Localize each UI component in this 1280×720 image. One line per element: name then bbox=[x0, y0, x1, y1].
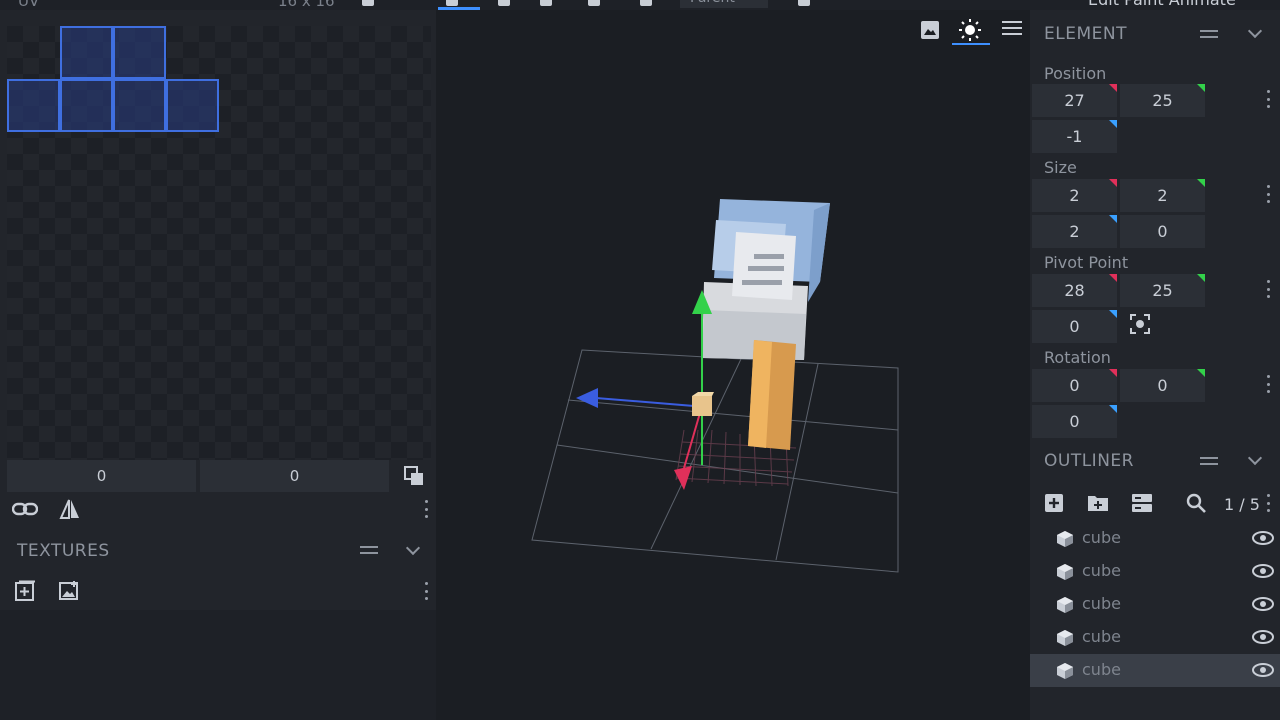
visibility-eye-icon[interactable] bbox=[1252, 597, 1274, 611]
pivot-x-field[interactable]: 28 bbox=[1032, 274, 1117, 307]
resize-tool-icon[interactable] bbox=[498, 0, 510, 6]
uv-face-west[interactable] bbox=[113, 79, 166, 132]
outliner-collapse-icon[interactable] bbox=[1247, 450, 1263, 466]
add-icon[interactable] bbox=[798, 0, 810, 6]
cube-icon bbox=[1057, 663, 1073, 679]
textures-header: TEXTURES bbox=[17, 541, 110, 561]
visibility-eye-icon[interactable] bbox=[1252, 630, 1274, 644]
outliner-drag-handle-icon[interactable] bbox=[1200, 457, 1218, 465]
position-x-field[interactable]: 27 bbox=[1032, 84, 1117, 117]
3d-viewport[interactable] bbox=[436, 10, 1030, 720]
size-label: Size bbox=[1044, 158, 1077, 177]
pivot-tool-icon[interactable] bbox=[588, 0, 600, 6]
rotation-y-field[interactable]: 0 bbox=[1120, 369, 1205, 402]
uv-more-icon[interactable] bbox=[424, 500, 428, 518]
blockbench-window: UV 16 x 16 Parent Edit Paint Animate 0 0 bbox=[0, 0, 1280, 720]
cube-icon bbox=[1057, 630, 1073, 646]
visibility-eye-icon[interactable] bbox=[1252, 564, 1274, 578]
uv-face-top[interactable] bbox=[60, 26, 113, 79]
move-tool-icon[interactable] bbox=[446, 0, 458, 6]
element-header: ELEMENT bbox=[1044, 24, 1127, 44]
mirror-icon[interactable] bbox=[56, 496, 84, 522]
size-z-field[interactable]: 2 bbox=[1032, 215, 1117, 248]
textures-more-icon[interactable] bbox=[424, 582, 428, 600]
uv-offset-y-field[interactable]: 0 bbox=[200, 460, 389, 492]
textures-list[interactable] bbox=[0, 610, 436, 720]
outliner-item[interactable]: cube bbox=[1030, 522, 1280, 555]
create-texture-icon[interactable] bbox=[56, 578, 82, 604]
rotation-x-field[interactable]: 0 bbox=[1032, 369, 1117, 402]
selected-cube bbox=[692, 396, 712, 416]
collapse-groups-icon[interactable] bbox=[1130, 491, 1154, 515]
uv-panel: 0 0 TEXTURES bbox=[0, 10, 436, 720]
center-pivot-icon[interactable] bbox=[1128, 312, 1152, 336]
vertex-tool-icon[interactable] bbox=[640, 0, 652, 6]
size-more-icon[interactable] bbox=[1266, 185, 1270, 203]
inflate-field[interactable]: 0 bbox=[1120, 215, 1205, 248]
outliner-counter: 1 / 5 bbox=[1224, 495, 1260, 514]
uv-face-south[interactable] bbox=[166, 79, 219, 132]
outliner-item[interactable]: cube bbox=[1030, 555, 1280, 588]
cube-icon bbox=[1057, 564, 1073, 580]
copy-icon[interactable] bbox=[400, 462, 428, 490]
textures-drag-handle-icon[interactable] bbox=[360, 546, 378, 554]
rotation-z-field[interactable]: 0 bbox=[1032, 405, 1117, 438]
visibility-eye-icon[interactable] bbox=[1252, 531, 1274, 545]
outliner-item[interactable]: cube bbox=[1030, 621, 1280, 654]
pivot-label: Pivot Point bbox=[1044, 253, 1129, 272]
element-panel: ELEMENT Position 27 25 -1 Size 2 2 2 0 P… bbox=[1030, 10, 1280, 720]
pivot-more-icon[interactable] bbox=[1266, 280, 1270, 298]
z-axis-arrow bbox=[576, 388, 598, 408]
rotation-more-icon[interactable] bbox=[1266, 375, 1270, 393]
outliner-item-selected[interactable]: cube bbox=[1030, 654, 1280, 687]
uv-face-north[interactable] bbox=[60, 79, 113, 132]
tool-icon[interactable] bbox=[362, 0, 374, 6]
scene-render bbox=[531, 199, 899, 573]
top-toolbar: UV 16 x 16 Parent Edit Paint Animate bbox=[0, 0, 1280, 10]
position-more-icon[interactable] bbox=[1266, 90, 1270, 108]
rotation-label: Rotation bbox=[1044, 348, 1111, 367]
size-y-field[interactable]: 2 bbox=[1120, 179, 1205, 212]
cube-icon bbox=[1057, 597, 1073, 613]
add-group-icon[interactable] bbox=[1085, 491, 1111, 515]
mode-tabs[interactable]: Edit Paint Animate bbox=[1088, 0, 1236, 9]
outliner-more-icon[interactable] bbox=[1266, 494, 1270, 512]
rotate-tool-icon[interactable] bbox=[540, 0, 552, 6]
uv-offset-x-field[interactable]: 0 bbox=[7, 460, 196, 492]
element-collapse-icon[interactable] bbox=[1247, 23, 1263, 39]
uv-size-label[interactable]: 16 x 16 bbox=[278, 0, 335, 10]
visibility-eye-icon[interactable] bbox=[1252, 663, 1274, 677]
size-x-field[interactable]: 2 bbox=[1032, 179, 1117, 212]
position-z-field[interactable]: -1 bbox=[1032, 120, 1117, 153]
search-icon[interactable] bbox=[1184, 491, 1208, 515]
position-label: Position bbox=[1044, 64, 1107, 83]
uv-face-bottom[interactable] bbox=[113, 26, 166, 79]
outliner-header: OUTLINER bbox=[1044, 451, 1134, 471]
add-texture-icon[interactable] bbox=[12, 578, 38, 604]
textures-collapse-icon[interactable] bbox=[405, 540, 421, 556]
cube-icon bbox=[1057, 531, 1073, 547]
add-cube-icon[interactable] bbox=[1042, 491, 1066, 515]
uv-face-east[interactable] bbox=[7, 79, 60, 132]
element-drag-handle-icon[interactable] bbox=[1200, 30, 1218, 38]
uv-panel-title: UV bbox=[18, 0, 40, 10]
pivot-y-field[interactable]: 25 bbox=[1120, 274, 1205, 307]
transform-space-select[interactable]: Parent bbox=[680, 0, 768, 8]
outliner-item[interactable]: cube bbox=[1030, 588, 1280, 621]
pivot-z-field[interactable]: 0 bbox=[1032, 310, 1117, 343]
link-icon[interactable] bbox=[10, 496, 40, 522]
floor-grid bbox=[531, 349, 899, 573]
uv-editor-canvas[interactable] bbox=[7, 26, 431, 460]
position-y-field[interactable]: 25 bbox=[1120, 84, 1205, 117]
